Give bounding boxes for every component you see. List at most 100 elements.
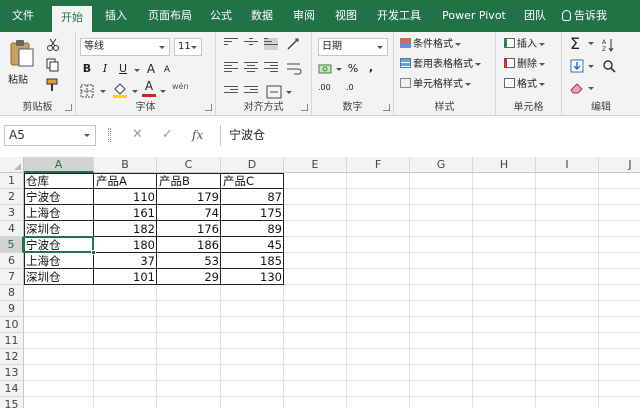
cell-a1[interactable]: 仓库 [24, 173, 94, 189]
tab-home[interactable]: 开始 [52, 6, 92, 32]
name-box[interactable]: A5 [4, 125, 96, 146]
cell-c4[interactable]: 176 [157, 221, 221, 237]
align-top-button[interactable] [224, 38, 238, 50]
cell-c2[interactable]: 179 [157, 189, 221, 205]
phonetic-button[interactable]: wén [172, 82, 189, 91]
column-header-i[interactable]: I [536, 157, 599, 173]
row-header-3[interactable]: 3 [0, 205, 24, 221]
worksheet-grid[interactable]: ABCDEFGHIJ 1 2 3 4 5 6 7 8 9 10 11 12 13 14 15 仓库 产品A 产品… [0, 157, 640, 408]
column-header-a[interactable]: A [24, 157, 94, 173]
cell-a3[interactable]: 上海仓 [24, 205, 94, 221]
delete-cells-button[interactable]: 删除 [504, 58, 545, 72]
enter-icon[interactable]: ✓ [162, 125, 173, 145]
accounting-format-button[interactable] [318, 62, 332, 79]
sort-filter-button[interactable]: AZ [602, 38, 624, 55]
underline-button[interactable]: U [116, 62, 130, 76]
fill-handle[interactable] [91, 250, 96, 255]
row-header-13[interactable]: 13 [0, 365, 24, 381]
cell-styles-button[interactable]: 单元格样式 [400, 78, 471, 92]
fill-button[interactable] [570, 59, 584, 76]
row-header-10[interactable]: 10 [0, 317, 24, 333]
format-as-table-button[interactable]: 套用表格格式 [400, 58, 481, 72]
column-header-h[interactable]: H [473, 157, 536, 173]
cell-c1[interactable]: 产品B [157, 173, 221, 189]
cancel-icon[interactable]: ✕ [132, 125, 143, 145]
cell-d7[interactable]: 130 [221, 269, 284, 285]
column-header-d[interactable]: D [221, 157, 284, 173]
row-header-4[interactable]: 4 [0, 221, 24, 237]
font-size-box[interactable]: 11 [174, 38, 202, 56]
tab-formulas[interactable]: 公式 [204, 0, 238, 32]
tab-team[interactable]: 团队 [518, 0, 552, 32]
align-middle-button[interactable] [244, 38, 258, 50]
align-right-button[interactable] [264, 62, 278, 74]
paste-button[interactable]: 粘贴 [8, 38, 38, 88]
decrease-decimal-button[interactable]: .0 [346, 84, 354, 92]
bold-button[interactable]: B [80, 62, 94, 76]
conditional-formatting-button[interactable]: 条件格式 [400, 38, 461, 52]
cell-a7[interactable]: 深圳仓 [24, 269, 94, 285]
cell-b6[interactable]: 37 [94, 253, 157, 269]
cell-b4[interactable]: 182 [94, 221, 157, 237]
column-header-c[interactable]: C [157, 157, 221, 173]
cell-c6[interactable]: 53 [157, 253, 221, 269]
column-header-j[interactable]: J [599, 157, 640, 173]
tab-insert[interactable]: 插入 [98, 0, 134, 32]
tab-data[interactable]: 数据 [244, 0, 280, 32]
align-bottom-button[interactable] [264, 38, 278, 50]
insert-cells-button[interactable]: 插入 [504, 38, 545, 52]
row-header-5[interactable]: 5 [0, 237, 24, 253]
format-painter-button[interactable] [46, 78, 60, 95]
tab-view[interactable]: 视图 [328, 0, 364, 32]
cell-d2[interactable]: 87 [221, 189, 284, 205]
cell-c3[interactable]: 74 [157, 205, 221, 221]
find-select-button[interactable] [602, 59, 616, 76]
column-header-f[interactable]: F [347, 157, 410, 173]
tab-review[interactable]: 审阅 [286, 0, 322, 32]
number-launcher[interactable] [383, 104, 390, 111]
row-header-7[interactable]: 7 [0, 269, 24, 285]
percent-style-button[interactable]: % [346, 62, 360, 76]
cell-b3[interactable]: 161 [94, 205, 157, 221]
column-header-e[interactable]: E [284, 157, 347, 173]
copy-button[interactable] [46, 58, 60, 75]
autosum-button[interactable]: Σ [570, 35, 580, 53]
row-header-14[interactable]: 14 [0, 381, 24, 397]
cell-d4[interactable]: 89 [221, 221, 284, 237]
cell-c7[interactable]: 29 [157, 269, 221, 285]
align-left-button[interactable] [224, 62, 238, 74]
wrap-text-button[interactable] [286, 62, 302, 79]
cell-d5[interactable]: 45 [221, 237, 284, 253]
cell-c5[interactable]: 186 [157, 237, 221, 253]
font-name-box[interactable]: 等线 [80, 38, 170, 56]
cell-b1[interactable]: 产品A [94, 173, 157, 189]
column-header-b[interactable]: B [94, 157, 157, 173]
row-header-9[interactable]: 9 [0, 301, 24, 317]
cell-b2[interactable]: 110 [94, 189, 157, 205]
cut-button[interactable] [46, 38, 60, 55]
increase-decimal-button[interactable]: .00 [318, 84, 331, 92]
tab-developer[interactable]: 开发工具 [370, 0, 428, 32]
formula-bar-grip[interactable] [108, 128, 111, 142]
row-header-8[interactable]: 8 [0, 285, 24, 301]
column-header-g[interactable]: G [410, 157, 473, 173]
cell-a2[interactable]: 宁波仓 [24, 189, 94, 205]
row-header-6[interactable]: 6 [0, 253, 24, 269]
cell-d6[interactable]: 185 [221, 253, 284, 269]
cell-a6[interactable]: 上海仓 [24, 253, 94, 269]
font-launcher[interactable] [205, 104, 212, 111]
tell-me-box[interactable]: 告诉我 [562, 0, 607, 32]
decrease-indent-button[interactable] [224, 86, 238, 98]
cell-d3[interactable]: 175 [221, 205, 284, 221]
format-cells-button[interactable]: 格式 [504, 78, 545, 92]
decrease-font-button[interactable]: A [160, 63, 174, 77]
cell-b7[interactable]: 101 [94, 269, 157, 285]
font-color-button[interactable]: A [142, 80, 156, 97]
tab-power-pivot[interactable]: Power Pivot [436, 0, 512, 32]
increase-indent-button[interactable] [244, 86, 258, 98]
select-all-button[interactable] [0, 157, 24, 173]
insert-function-icon[interactable]: fx [192, 125, 203, 145]
align-center-button[interactable] [244, 62, 258, 74]
cell-d1[interactable]: 产品C [221, 173, 284, 189]
alignment-launcher[interactable] [301, 104, 308, 111]
